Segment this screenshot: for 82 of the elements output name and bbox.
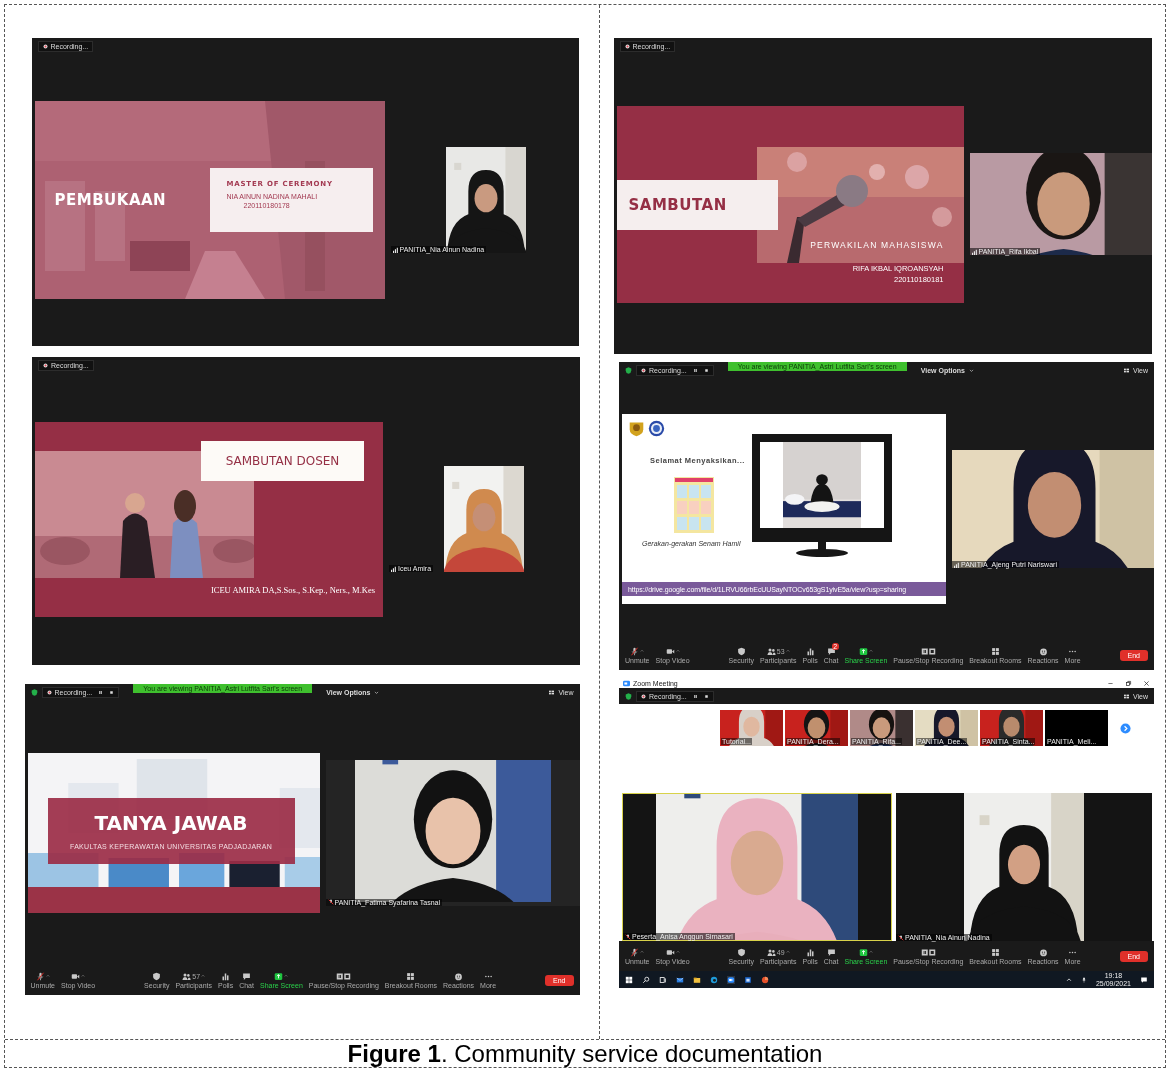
caret-icon <box>868 950 873 954</box>
caret-icon <box>284 974 289 978</box>
caret-icon[interactable] <box>1065 976 1072 983</box>
record-icon <box>46 689 52 695</box>
slide-title: TANYA JAWAB <box>94 811 248 835</box>
calendar-app-icon[interactable] <box>744 975 752 984</box>
notification-icon[interactable] <box>1140 975 1148 984</box>
chat-icon <box>826 947 836 957</box>
grid-icon <box>1123 693 1129 699</box>
share-screen-icon <box>858 646 868 656</box>
stop-icon[interactable] <box>703 367 709 373</box>
slide-title: SAMBUTAN DOSEN <box>201 440 364 481</box>
chat-icon <box>826 646 836 656</box>
video-camera-icon <box>665 646 675 656</box>
seal-icon <box>648 420 665 437</box>
task-view-icon[interactable] <box>659 975 667 984</box>
smiley-icon <box>1038 947 1048 957</box>
bar-chart-icon <box>805 646 815 656</box>
stop-icon[interactable] <box>109 689 115 695</box>
share-screen-icon <box>858 947 868 957</box>
shield-icon[interactable] <box>30 688 38 696</box>
shield-icon[interactable] <box>625 366 632 374</box>
shield-icon <box>152 971 162 981</box>
slide-subtitle: PERWAKILAN MAHASISWA <box>810 239 944 250</box>
muted-microphone-icon <box>630 646 640 656</box>
caret-icon <box>968 367 974 373</box>
stop-icon[interactable] <box>703 693 709 699</box>
folder-icon[interactable] <box>693 975 701 984</box>
bar-chart-icon <box>805 947 815 957</box>
microphone-icon[interactable] <box>1080 976 1087 983</box>
restore-icon[interactable] <box>1125 679 1132 687</box>
slide-text: ICEU AMIRA DA,S.Sos., S.Kep., Ners., M.Kes <box>210 584 375 595</box>
shield-icon <box>736 947 746 957</box>
chat-icon <box>242 971 252 981</box>
search-icon[interactable] <box>642 975 650 984</box>
caret-icon <box>675 950 680 954</box>
caret-icon <box>374 689 380 695</box>
caret-icon <box>675 649 680 653</box>
mail-icon[interactable] <box>676 975 684 984</box>
people-icon <box>766 947 776 957</box>
shield-icon[interactable] <box>625 692 632 700</box>
people-icon <box>766 646 776 656</box>
poster-drawing <box>674 477 714 533</box>
presentation-app-icon[interactable] <box>761 975 769 984</box>
muted-microphone-icon <box>630 947 640 957</box>
pause-stop-icon <box>920 646 936 656</box>
record-icon <box>624 43 630 49</box>
emblem-icon <box>628 420 645 437</box>
shield-icon <box>736 646 746 656</box>
windows-icon[interactable] <box>625 975 633 984</box>
record-icon <box>641 367 646 373</box>
next-page-icon[interactable] <box>1120 722 1131 734</box>
caret-icon <box>868 649 873 653</box>
slide-title: SAMBUTAN <box>616 179 778 230</box>
record-icon <box>42 43 48 49</box>
record-icon <box>641 693 646 699</box>
slide-title: PEMBUKAAN <box>54 191 167 209</box>
grid-icon <box>990 646 1000 656</box>
pause-stop-icon <box>336 971 352 981</box>
bar-chart-icon <box>221 971 231 981</box>
grid-icon <box>406 971 416 981</box>
people-icon <box>182 971 192 981</box>
muted-microphone-icon <box>35 971 45 981</box>
video-camera-icon <box>71 971 81 981</box>
pause-stop-icon <box>920 947 936 957</box>
grid-icon <box>990 947 1000 957</box>
figure-caption: Figure 1. Community service documentation <box>5 1039 1165 1067</box>
close-icon[interactable] <box>1143 679 1150 687</box>
pause-icon[interactable] <box>692 367 698 373</box>
video-app-icon[interactable] <box>727 975 735 984</box>
caret-icon <box>81 974 86 978</box>
smiley-icon <box>1038 646 1048 656</box>
record-icon <box>43 362 48 368</box>
video-camera-icon <box>665 947 675 957</box>
pause-icon[interactable] <box>98 689 104 695</box>
grid-icon <box>1123 367 1129 373</box>
pause-icon[interactable] <box>692 693 698 699</box>
browser-icon[interactable] <box>710 975 718 984</box>
share-screen-icon <box>274 971 284 981</box>
caret-icon <box>45 974 50 978</box>
smiley-icon <box>454 971 464 981</box>
grid-icon <box>549 689 555 695</box>
